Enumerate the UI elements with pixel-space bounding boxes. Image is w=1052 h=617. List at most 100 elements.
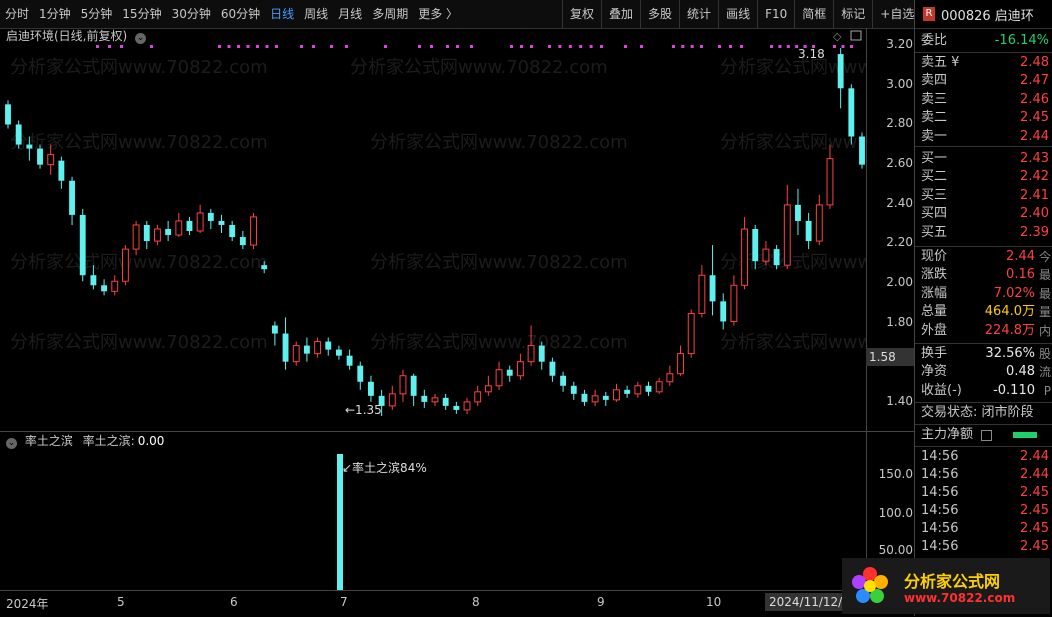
- row-value: 2.46: [1020, 91, 1049, 107]
- quote-row: 涨跌 0.16 最: [915, 266, 1052, 284]
- row-label: 卖一: [921, 128, 948, 144]
- tab-period[interactable]: 5分钟: [76, 0, 118, 28]
- tab-period[interactable]: 月线: [333, 0, 367, 28]
- candle-body: [442, 397, 449, 406]
- row-value: 2.40: [1020, 206, 1049, 222]
- tick-row: 14:56 2.44: [915, 448, 1052, 466]
- tool-button[interactable]: 多股: [640, 0, 679, 28]
- top-toolbar: 分时 1分钟 5分钟 15分钟 30分钟 60分钟 日线 周线 月线 多周期 更…: [0, 0, 1052, 29]
- candle-body: [26, 144, 33, 149]
- tab-period[interactable]: 30分钟: [167, 0, 216, 28]
- quote-row: 现价 2.44 今: [915, 248, 1052, 266]
- watermark-text: 分析家公式网www.70822.com: [720, 132, 866, 153]
- signal-dot: [345, 45, 348, 48]
- tool-button[interactable]: 简框: [794, 0, 833, 28]
- tool-button[interactable]: 标记: [833, 0, 872, 28]
- row-value: 2.45: [1020, 503, 1049, 518]
- candle-body: [239, 237, 246, 246]
- candle-body: [687, 312, 695, 355]
- quote-row: 总量 464.0万量: [915, 303, 1052, 321]
- watermark-layer: 分析家公式网www.70822.com 分析家公式网www.70822.com 分析…: [10, 57, 866, 353]
- candle-body: [645, 385, 652, 392]
- signal-dot: [430, 45, 433, 48]
- stock-header[interactable]: R 000826 启迪环: [915, 0, 1052, 29]
- tab-period[interactable]: 多周期: [367, 0, 413, 28]
- tab-period[interactable]: 60分钟: [216, 0, 265, 28]
- signal-dot: [833, 45, 836, 48]
- price-tick: 1.80: [886, 315, 913, 329]
- signal-dot: [841, 45, 845, 48]
- tab-period[interactable]: 周线: [299, 0, 333, 28]
- candle-body: [410, 375, 417, 396]
- date-axis: 2024年 5 6 7 8 9 10 2024/11/12/: [0, 590, 866, 617]
- row-value: 2.43: [1020, 151, 1049, 166]
- row-unit: 今: [1038, 250, 1051, 264]
- tab-period[interactable]: 15分钟: [117, 0, 166, 28]
- candle-body: [5, 104, 11, 125]
- row-value: 464.0万: [984, 304, 1035, 320]
- signal-dot: [558, 45, 562, 48]
- candle-body: [58, 160, 65, 181]
- margin-badge: R: [923, 7, 935, 21]
- signal-dot: [510, 45, 513, 48]
- signal-dot: [520, 45, 523, 48]
- row-value: 7.02%: [993, 285, 1035, 301]
- tab-more[interactable]: 更多 〉: [413, 0, 463, 28]
- main-net-row[interactable]: 主力净额: [915, 426, 1052, 444]
- candle-body: [527, 345, 535, 363]
- row-unit: 最: [1038, 286, 1051, 301]
- signal-dot: [770, 45, 773, 48]
- candle-body: [431, 397, 439, 403]
- tab-period[interactable]: 1分钟: [34, 0, 76, 28]
- candle-body: [453, 405, 460, 410]
- tab-daily[interactable]: 日线: [265, 0, 299, 28]
- price-tick: 2.60: [886, 156, 913, 170]
- signal-dot: [530, 45, 533, 48]
- candle-body: [666, 373, 674, 383]
- svg-text:www.70822.com: www.70822.com: [904, 591, 1015, 605]
- tool-button[interactable]: 画线: [718, 0, 757, 28]
- tool-button[interactable]: F10: [757, 0, 794, 28]
- weibi-row: 委比 -16.14%: [915, 32, 1052, 50]
- row-value: 2.45: [1020, 110, 1049, 126]
- candle-body: [709, 275, 716, 302]
- signal-dot: [568, 45, 572, 48]
- indicator-tick: 50.00: [878, 543, 913, 557]
- tab-period[interactable]: 分时: [0, 0, 34, 28]
- signal-dot: [300, 45, 303, 48]
- signal-dot: [589, 45, 593, 48]
- row-value: 2.42: [1020, 169, 1049, 185]
- stock-code-name: 000826 启迪环: [941, 9, 1034, 24]
- row-value: 2.45: [1020, 485, 1049, 500]
- tool-button[interactable]: 复权: [562, 0, 601, 28]
- candle-body: [357, 365, 364, 382]
- row-value: 2.45: [1020, 521, 1049, 536]
- signal-dot: [681, 45, 685, 48]
- watermark-text: 分析家公式网www.70822.com: [370, 132, 628, 153]
- candle-body: [165, 228, 172, 236]
- candle-body: [762, 248, 770, 262]
- row-label: 总量: [921, 304, 948, 320]
- row-value: 2.41: [1020, 187, 1049, 203]
- candlestick-chart[interactable]: 分析家公式网www.70822.com 分析家公式网www.70822.com 分析…: [0, 28, 866, 431]
- tool-button[interactable]: 叠加: [601, 0, 640, 28]
- price-tick: 2.00: [886, 275, 913, 289]
- signal-dot: [330, 45, 333, 48]
- candle-body: [261, 265, 268, 270]
- candle-body: [506, 369, 513, 376]
- indicator-name[interactable]: 率土之滨: [25, 434, 73, 448]
- tool-button[interactable]: 统计: [679, 0, 718, 28]
- list-icon[interactable]: [981, 430, 992, 441]
- candle-body: [282, 333, 289, 362]
- row-unit: 内: [1038, 323, 1051, 338]
- candle-body: [47, 154, 55, 166]
- indicator-chart[interactable]: ↙率土之滨84%: [0, 448, 866, 590]
- candle-body: [79, 214, 86, 276]
- signal-dot: [237, 45, 240, 48]
- candle-body: [388, 393, 396, 407]
- candle-body: [101, 285, 108, 292]
- watermark-text: 分析家公式网www.70822.com: [350, 57, 608, 78]
- candle-body: [634, 385, 642, 395]
- indicator-title: ⌄ 率土之滨 率土之滨: 0.00: [6, 432, 164, 449]
- ask-row: 卖四 2.47: [915, 72, 1052, 90]
